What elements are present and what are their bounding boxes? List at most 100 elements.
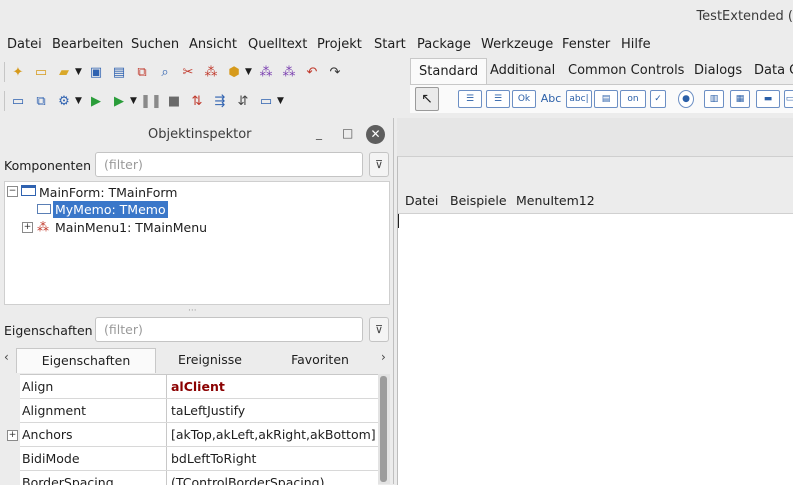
tmemo-icon[interactable]: ▤: [594, 90, 618, 108]
tgroupbox-icon[interactable]: ▭: [784, 90, 793, 108]
run-debug-icon[interactable]: ▶: [110, 92, 128, 110]
windows-icon[interactable]: ⧉: [32, 92, 50, 110]
property-name: Align: [22, 379, 54, 394]
close-icon[interactable]: ✕: [366, 125, 385, 144]
monitor-icon[interactable]: ▭: [257, 92, 275, 110]
components-label: Komponenten: [4, 158, 92, 173]
properties-filter-input[interactable]: (filter): [95, 317, 363, 342]
step-into-icon[interactable]: ⇅: [188, 92, 206, 110]
palette-tab-dialogs[interactable]: Dialogs: [686, 58, 750, 83]
save-all-icon[interactable]: ▤: [110, 63, 128, 81]
monitor-dropdown-icon[interactable]: ▼: [277, 96, 285, 106]
palette-tab-standard[interactable]: Standard: [410, 58, 488, 84]
package-open-icon[interactable]: ⬢: [225, 63, 243, 81]
palette-tab-data-controls[interactable]: Data C: [746, 58, 793, 83]
menu-werkzeuge[interactable]: Werkzeuge: [481, 37, 553, 52]
tlabel-icon[interactable]: Abc: [540, 90, 562, 106]
maximize-icon[interactable]: □: [342, 126, 353, 140]
tabs-scroll-right-icon[interactable]: ›: [381, 350, 386, 364]
scrollbar-thumb[interactable]: [380, 376, 387, 482]
pause-icon[interactable]: ❚❚: [140, 92, 162, 110]
view-forms-icon[interactable]: ✂: [179, 63, 197, 81]
tree-node-mainform[interactable]: MainForm: TMainForm: [39, 184, 177, 201]
components-filter-clear-icon[interactable]: ⊽: [369, 152, 389, 177]
package-dropdown-icon[interactable]: ▼: [245, 67, 253, 77]
minimize-icon[interactable]: _: [316, 126, 322, 140]
undo-icon[interactable]: ↶: [303, 63, 321, 81]
tlistbox-icon[interactable]: ▥: [704, 90, 724, 108]
palette-tab-common-controls[interactable]: Common Controls: [560, 58, 692, 83]
tabs-scroll-left-icon[interactable]: ‹: [4, 350, 9, 364]
open-dropdown-icon[interactable]: ▼: [75, 67, 83, 77]
view-toggle-icon[interactable]: ▭: [9, 92, 27, 110]
stop-icon[interactable]: ■: [165, 92, 183, 110]
tree-node-mymemo[interactable]: MyMemo: TMemo: [53, 201, 168, 218]
run-icon[interactable]: ▶: [87, 92, 105, 110]
property-value[interactable]: alClient: [171, 379, 225, 394]
splitter-grip[interactable]: ···: [188, 306, 197, 316]
project-inspector-icon[interactable]: ⁂: [257, 63, 275, 81]
components-filter-input[interactable]: (filter): [95, 152, 363, 177]
build-mode-dropdown-icon[interactable]: ▼: [75, 96, 83, 106]
toolbar-top: ✦ ▭ ▰ ▼ ▣ ▤ ⧉ ⌕ ✂ ⁂ ⬢ ▼ ⁂ ⁂ ↶ ↷: [4, 61, 349, 83]
menu-package[interactable]: Package: [417, 37, 471, 52]
table-row[interactable]: BorderSpacing (TControlBorderSpacing): [20, 471, 378, 485]
property-grid-scrollbar[interactable]: [378, 374, 390, 484]
save-icon[interactable]: ▣: [87, 63, 105, 81]
menu-datei[interactable]: Datei: [7, 37, 42, 52]
tmainmenu-icon[interactable]: ☰: [458, 90, 482, 108]
tab-favoriten[interactable]: Favoriten: [270, 348, 370, 372]
tree-node-mainmenu1[interactable]: MainMenu1: TMainMenu: [55, 219, 207, 236]
property-value[interactable]: taLeftJustify: [171, 403, 245, 418]
menu-projekt[interactable]: Projekt: [317, 37, 362, 52]
menu-quelltext[interactable]: Quelltext: [248, 37, 307, 52]
form-icon: [21, 185, 36, 196]
table-row[interactable]: Alignment taLeftJustify: [20, 399, 378, 423]
memo-caret: [398, 214, 399, 228]
form-menu-datei[interactable]: Datei: [405, 193, 438, 208]
property-value[interactable]: [akTop,akLeft,akRight,akBottom]: [171, 427, 376, 442]
pointer-tool-icon[interactable]: ↖: [415, 87, 439, 111]
toolbar-bottom: ▭ ⧉ ⚙ ▼ ▶ ▶ ▼ ❚❚ ■ ⇅ ⇶ ⇵ ▭ ▼: [4, 90, 289, 112]
new-unit-icon[interactable]: ✦: [9, 63, 27, 81]
tree-expand-icon[interactable]: +: [22, 222, 33, 233]
new-form-icon[interactable]: ▭: [32, 63, 50, 81]
form-menu-menuitem12[interactable]: MenuItem12: [516, 193, 595, 208]
step-over-icon[interactable]: ⇶: [211, 92, 229, 110]
menu-hilfe[interactable]: Hilfe: [621, 37, 651, 52]
properties-filter-clear-icon[interactable]: ⊽: [369, 317, 389, 342]
tab-eigenschaften[interactable]: Eigenschaften: [16, 348, 156, 373]
tpopupmenu-icon[interactable]: ☰: [486, 90, 510, 108]
table-row[interactable]: Anchors [akTop,akLeft,akRight,akBottom]: [20, 423, 378, 447]
build-mode-icon[interactable]: ⚙: [55, 92, 73, 110]
tcombobox-icon[interactable]: ▦: [730, 90, 750, 108]
ttogglebox-icon[interactable]: on: [620, 90, 646, 108]
redo-icon[interactable]: ↷: [326, 63, 344, 81]
menu-start[interactable]: Start: [374, 37, 406, 52]
open-folder-icon[interactable]: ▰: [55, 63, 73, 81]
project-options-icon[interactable]: ⁂: [280, 63, 298, 81]
table-row[interactable]: BidiMode bdLeftToRight: [20, 447, 378, 471]
tedit-icon[interactable]: abc|: [566, 90, 592, 108]
menu-fenster[interactable]: Fenster: [562, 37, 610, 52]
menu-suchen[interactable]: Suchen: [131, 37, 179, 52]
table-row[interactable]: Align alClient: [20, 375, 378, 399]
toggle-form-unit-icon[interactable]: ⧉: [133, 63, 151, 81]
form-menu-beispiele[interactable]: Beispiele: [450, 193, 507, 208]
designed-form[interactable]: Datei Beispiele MenuItem12: [397, 156, 793, 485]
anchors-expand-icon[interactable]: +: [7, 430, 18, 441]
tab-ereignisse[interactable]: Ereignisse: [160, 348, 260, 372]
tradiobutton-icon[interactable]: ●: [678, 90, 694, 108]
menu-ansicht[interactable]: Ansicht: [189, 37, 237, 52]
tbutton-icon[interactable]: Ok: [512, 90, 536, 108]
palette-tab-additional[interactable]: Additional: [482, 58, 563, 83]
components-icon[interactable]: ⁂: [202, 63, 220, 81]
menu-bearbeiten[interactable]: Bearbeiten: [52, 37, 123, 52]
view-units-icon[interactable]: ⌕: [156, 63, 174, 81]
property-value[interactable]: bdLeftToRight: [171, 451, 256, 466]
tscrollbar-icon[interactable]: ▬: [756, 90, 780, 108]
run-dropdown-icon[interactable]: ▼: [130, 96, 138, 106]
tcheckbox-icon[interactable]: ✓: [650, 90, 666, 108]
step-out-icon[interactable]: ⇵: [234, 92, 252, 110]
tree-collapse-icon[interactable]: −: [7, 186, 18, 197]
